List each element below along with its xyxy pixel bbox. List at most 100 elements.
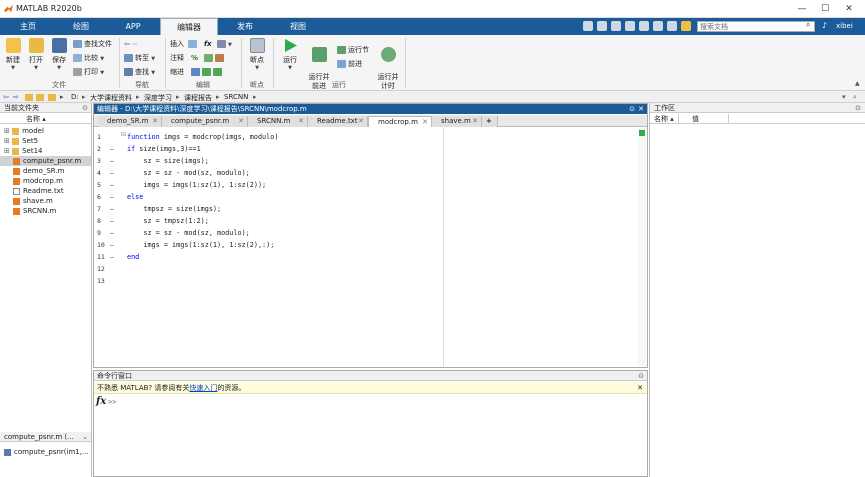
breakpoint-dash[interactable]: – xyxy=(110,215,114,227)
find-files-button[interactable]: 查找文件 xyxy=(73,38,112,50)
compare-button[interactable]: 比较 ▼ xyxy=(73,52,104,64)
code-line[interactable]: tmpsz = size(imgs); xyxy=(127,203,221,215)
code-line[interactable]: if size(imgs,3)==1 xyxy=(127,143,201,155)
open-button[interactable]: 打开 ▼ xyxy=(26,38,46,71)
breakpoint-dash[interactable]: – xyxy=(110,155,114,167)
address-search-icon[interactable]: ⌕ xyxy=(853,93,857,102)
back-arrow-icon[interactable]: ⇦ xyxy=(124,40,130,48)
getting-started-link[interactable]: 快速入门 xyxy=(189,384,217,392)
tab-home[interactable]: 主页 xyxy=(2,18,54,35)
breakpoint-dash[interactable]: – xyxy=(110,191,114,203)
search-icon[interactable]: ⌕ xyxy=(806,20,810,30)
list-item[interactable]: ⊞ Set5 xyxy=(0,136,91,146)
save-button[interactable]: 保存 ▼ xyxy=(49,38,69,71)
code-line[interactable]: end xyxy=(127,251,139,263)
address-back-icon[interactable]: ⇦ xyxy=(3,93,9,101)
tab-close-icon[interactable]: ✕ xyxy=(238,116,244,127)
search-input[interactable]: 搜索文档 xyxy=(697,21,815,32)
breakpoint-dash[interactable]: – xyxy=(110,251,114,263)
quick-redo-icon[interactable] xyxy=(653,21,663,31)
fx-icon[interactable]: fx xyxy=(96,396,106,407)
list-item[interactable]: modcrop.m xyxy=(0,176,91,186)
breakpoint-dash[interactable]: – xyxy=(110,179,114,191)
quick-switch-icon[interactable] xyxy=(667,21,677,31)
breakpoint-dash[interactable]: – xyxy=(110,203,114,215)
wrap-comment-button[interactable] xyxy=(204,52,226,64)
code-line[interactable]: else xyxy=(127,191,143,203)
breakpoints-button[interactable]: 断点 ▼ xyxy=(244,38,270,71)
details-collapse-icon[interactable]: ⌄ xyxy=(82,432,88,442)
code-line[interactable]: sz = size(imgs); xyxy=(127,155,208,167)
list-item[interactable]: shave.m xyxy=(0,196,91,206)
maximize-button[interactable]: ☐ xyxy=(816,2,834,16)
crumb-drive[interactable]: D: xyxy=(71,93,79,101)
insert-button[interactable]: 插入 xyxy=(170,38,199,50)
workspace-value-column[interactable]: 值 xyxy=(692,114,699,124)
tab-close-icon[interactable]: ✕ xyxy=(298,116,304,127)
tab-close-icon[interactable]: ✕ xyxy=(472,116,478,127)
command-prompt[interactable]: >> xyxy=(108,398,116,406)
tab-plots[interactable]: 绘图 xyxy=(56,18,106,35)
tip-close-icon[interactable]: ✕ xyxy=(637,382,643,394)
code-fold-icon[interactable]: ⊟ xyxy=(121,131,126,138)
code-line[interactable]: function imgs = modcrop(imgs, modulo) xyxy=(127,131,278,143)
tab-shave[interactable]: shave.m ✕ xyxy=(432,116,482,127)
editor-scrollbar[interactable] xyxy=(638,128,646,366)
address-forward-icon[interactable]: ⇨ xyxy=(13,93,19,101)
browse-folder-icon[interactable] xyxy=(48,94,56,101)
tab-publish[interactable]: 发布 xyxy=(220,18,270,35)
code-analyzer-ok-icon[interactable] xyxy=(639,130,645,136)
forward-arrow-icon[interactable]: ⇨ xyxy=(132,40,138,48)
tab-modcrop[interactable]: modcrop.m ✕ xyxy=(368,116,432,127)
tab-editor[interactable]: 编辑器 xyxy=(160,18,218,35)
list-item[interactable]: SRCNN.m xyxy=(0,206,91,216)
crumb-item[interactable]: 课程报告 xyxy=(184,93,212,103)
tab-close-icon[interactable]: ✕ xyxy=(422,117,428,128)
breakpoint-dash[interactable]: – xyxy=(110,143,114,155)
details-item[interactable]: compute_psnr(im1,... xyxy=(0,447,91,457)
tab-demo-sr[interactable]: demo_SR.m ✕ xyxy=(98,116,162,127)
quick-cut-icon[interactable] xyxy=(597,21,607,31)
workspace-menu-icon[interactable]: ⊙ xyxy=(855,103,861,113)
parent-folder-icon[interactable] xyxy=(25,94,33,101)
advance-button[interactable]: 前进 xyxy=(337,58,362,70)
user-name[interactable]: xibei xyxy=(836,22,853,30)
crumb-item[interactable]: SRCNN xyxy=(224,93,248,101)
goto-button[interactable]: 转至 ▼ xyxy=(124,52,155,64)
run-section-button[interactable]: 运行节 xyxy=(337,44,369,56)
name-column-header[interactable]: 名称 ▴ xyxy=(0,114,91,124)
fx-button[interactable]: fx xyxy=(204,38,212,50)
minimize-button[interactable]: — xyxy=(793,2,811,16)
back-forward-buttons[interactable]: ⇦ ⇨ xyxy=(124,38,138,50)
comment-button[interactable]: 注释 xyxy=(170,52,184,64)
details-header[interactable]: compute_psnr.m (... ⌄ xyxy=(0,432,91,442)
tab-view[interactable]: 视图 xyxy=(272,18,324,35)
tab-srcnn[interactable]: SRCNN.m ✕ xyxy=(248,116,308,127)
code-line[interactable]: imgs = imgs(1:sz(1), 1:sz(2)); xyxy=(127,179,266,191)
crumb-item[interactable]: 深度学习 xyxy=(144,93,172,103)
tab-close-icon[interactable]: ✕ xyxy=(358,116,364,127)
run-button[interactable]: 运行 ▼ xyxy=(278,38,302,71)
code-line[interactable]: sz = tmpsz(1:2); xyxy=(127,215,208,227)
address-dropdown-icon[interactable]: ▾ xyxy=(842,93,846,101)
code-line[interactable]: sz = sz - mod(sz, modulo); xyxy=(127,167,249,179)
command-menu-icon[interactable]: ⊙ xyxy=(638,371,644,381)
quick-undo-icon[interactable] xyxy=(639,21,649,31)
comment-percent-button[interactable]: % xyxy=(191,52,198,64)
print-button[interactable]: 打印 ▼ xyxy=(73,66,104,78)
code-line[interactable]: sz = sz - mod(sz, modulo); xyxy=(127,227,249,239)
new-button[interactable]: 新建 ▼ xyxy=(3,38,23,71)
collapse-ribbon-icon[interactable]: ▲ xyxy=(855,80,860,87)
pane-menu-icon[interactable]: ⊙ xyxy=(82,103,88,113)
list-item[interactable]: Readme.txt xyxy=(0,186,91,196)
list-item[interactable]: demo_SR.m xyxy=(0,166,91,176)
breakpoint-dash[interactable]: – xyxy=(110,227,114,239)
workspace-name-column[interactable]: 名称 ▴ xyxy=(654,114,674,124)
editor-menu-icon[interactable]: ⊙ xyxy=(629,104,635,114)
list-item[interactable]: ⊞ model xyxy=(0,126,91,136)
notification-bell-icon[interactable]: ♪ xyxy=(822,21,827,30)
breakpoint-dash[interactable]: – xyxy=(110,167,114,179)
crumb-item[interactable]: 大学课程资料 xyxy=(90,93,132,103)
quick-paste-icon[interactable] xyxy=(625,21,635,31)
tab-readme[interactable]: Readme.txt ✕ xyxy=(308,116,368,127)
